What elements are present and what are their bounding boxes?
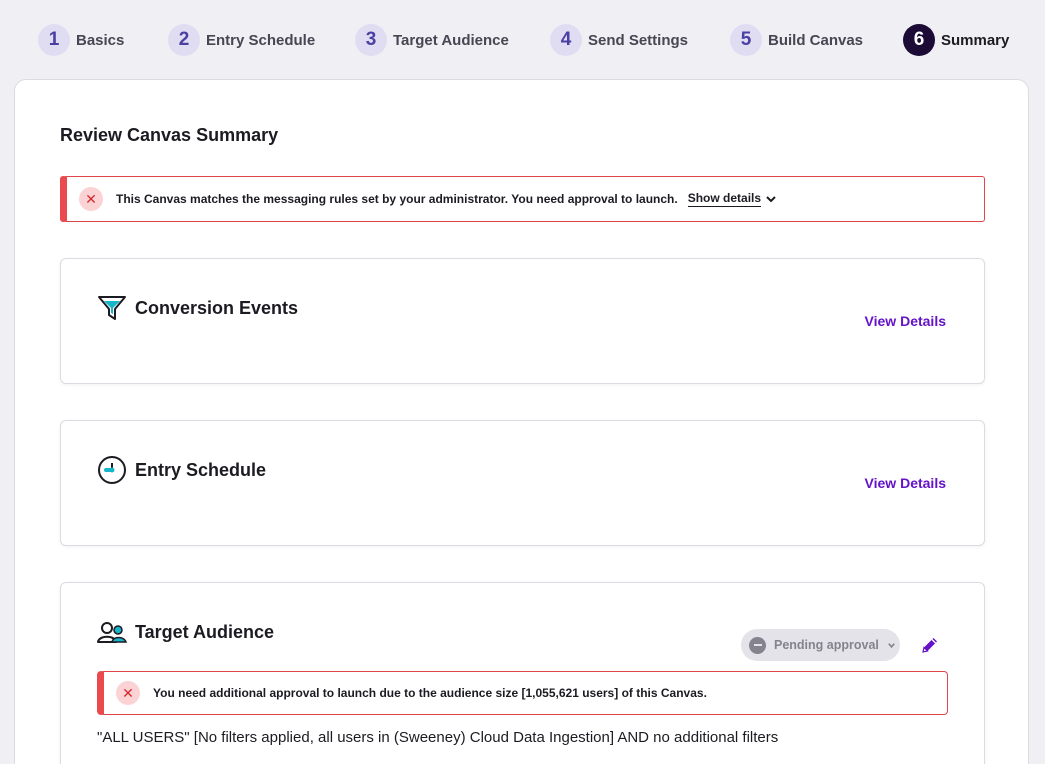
minus-icon: [749, 636, 766, 654]
step-number: 6: [903, 24, 935, 56]
step-number: 1: [38, 24, 70, 56]
entry-schedule-card: Entry Schedule View Details: [60, 420, 985, 546]
x-icon: ✕: [79, 187, 103, 211]
clock-icon: [97, 455, 127, 485]
step-send-settings[interactable]: 4 Send Settings: [550, 24, 688, 56]
card-title: Target Audience: [135, 621, 275, 642]
step-number: 4: [550, 24, 582, 56]
card-header: Target Audience: [97, 617, 274, 647]
x-icon: ✕: [116, 681, 140, 705]
page-title: Review Canvas Summary: [60, 125, 279, 145]
step-label: Build Canvas: [768, 31, 864, 49]
card-header: Entry Schedule: [97, 455, 266, 485]
view-details-link[interactable]: View Details: [865, 475, 946, 491]
status-label: Pending approval: [774, 638, 879, 652]
chevron-down-icon: [887, 641, 896, 650]
card-title: Entry Schedule: [135, 459, 267, 480]
step-label: Entry Schedule: [206, 31, 316, 49]
alert-message: This Canvas matches the messaging rules …: [116, 192, 678, 206]
funnel-icon: [97, 293, 127, 323]
conversion-events-card: Conversion Events View Details: [60, 258, 985, 384]
audience-description: "ALL USERS" [No filters applied, all use…: [97, 729, 779, 746]
step-label: Summary: [941, 31, 1010, 49]
wizard-stepper: 1 Basics 2 Entry Schedule 3 Target Audie…: [0, 0, 1045, 80]
step-summary[interactable]: 6 Summary: [903, 24, 1009, 56]
view-details-link[interactable]: View Details: [865, 313, 946, 329]
show-details-link[interactable]: Show details: [687, 191, 762, 207]
step-target-audience[interactable]: 3 Target Audience: [355, 24, 509, 56]
step-entry-schedule[interactable]: 2 Entry Schedule: [168, 24, 315, 56]
step-basics[interactable]: 1 Basics: [38, 24, 124, 56]
step-label: Target Audience: [393, 31, 509, 49]
step-build-canvas[interactable]: 5 Build Canvas: [730, 24, 863, 56]
card-header: Conversion Events: [97, 293, 298, 323]
alert-message: You need additional approval to launch d…: [153, 686, 707, 700]
step-number: 3: [355, 24, 387, 56]
step-number: 2: [168, 24, 200, 56]
chevron-down-icon[interactable]: [766, 194, 776, 204]
users-icon: [97, 617, 127, 647]
summary-panel: Review Canvas Summary ✕ This Canvas matc…: [14, 79, 1029, 764]
audience-size-alert: ✕ You need additional approval to launch…: [97, 671, 948, 715]
step-number: 5: [730, 24, 762, 56]
approval-alert: ✕ This Canvas matches the messaging rule…: [60, 176, 985, 222]
pencil-icon[interactable]: [920, 635, 940, 655]
card-title: Conversion Events: [135, 297, 299, 318]
approval-status-dropdown[interactable]: Pending approval: [741, 629, 900, 661]
step-label: Send Settings: [588, 31, 689, 49]
target-audience-card: Target Audience Pending approval ✕ You n…: [60, 582, 985, 764]
step-label: Basics: [76, 31, 125, 49]
